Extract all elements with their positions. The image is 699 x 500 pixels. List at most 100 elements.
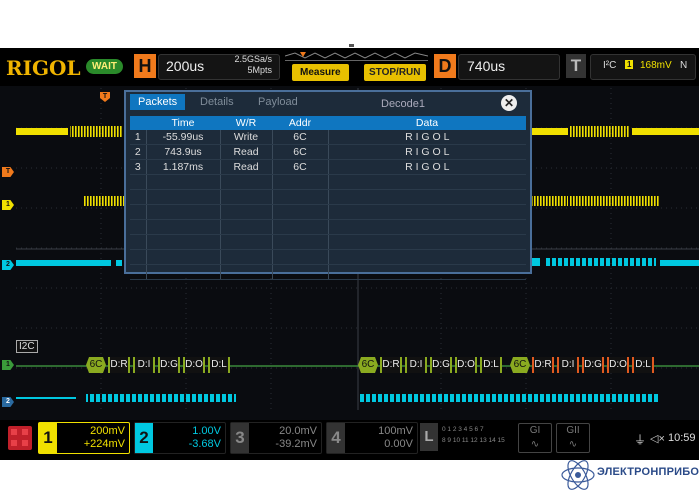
empty-cell bbox=[328, 249, 526, 265]
sine-icon: ∿ bbox=[568, 439, 578, 450]
col-addr: Addr bbox=[272, 116, 328, 130]
table-cell: 6C bbox=[272, 144, 329, 160]
empty-cell bbox=[272, 189, 329, 205]
trigger-channel: 1 bbox=[625, 60, 634, 69]
table-cell: 3 bbox=[130, 159, 147, 175]
empty-cell bbox=[328, 234, 526, 250]
table-cell: R I G O L bbox=[328, 159, 526, 175]
empty-cell bbox=[146, 174, 221, 190]
table-cell: 6C bbox=[272, 159, 329, 175]
table-cell: Read bbox=[220, 144, 273, 160]
watermark-text: ЭЛЕКТРОНПРИБОР bbox=[597, 466, 699, 478]
empty-cell bbox=[130, 249, 147, 265]
tab-details[interactable]: Details bbox=[200, 96, 234, 108]
table-row[interactable]: 1 -55.99us Write 6C R I G O L bbox=[130, 130, 526, 145]
trigger-level: 168mV bbox=[640, 60, 672, 71]
bus-address-frame: 6C bbox=[510, 357, 530, 373]
empty-table-row bbox=[130, 264, 526, 280]
i2c-bus-label: I2C bbox=[16, 340, 38, 353]
empty-cell bbox=[220, 234, 273, 250]
sda-burst-1 bbox=[86, 394, 236, 402]
ch1-trace-right bbox=[528, 128, 568, 135]
ch1-lower-burst-2 bbox=[528, 196, 568, 206]
empty-cell bbox=[130, 219, 147, 235]
delay-key[interactable]: D bbox=[434, 54, 456, 78]
table-cell: 2 bbox=[130, 144, 147, 160]
channel-1-panel[interactable]: 1 200mV +224mV bbox=[38, 422, 130, 454]
speaker-icon[interactable]: ◁× bbox=[650, 432, 665, 445]
generator-2-button[interactable]: GII ∿ bbox=[556, 423, 590, 453]
ch1-burst-2 bbox=[570, 126, 630, 137]
tab-packets[interactable]: Packets bbox=[130, 94, 186, 110]
horizontal-key[interactable]: H bbox=[134, 54, 156, 78]
trigger-type: I²C bbox=[603, 60, 617, 71]
generator-2-label: GII bbox=[566, 425, 580, 436]
ch1-lower-burst-1 bbox=[84, 196, 124, 206]
bus-data-byte: D:R bbox=[108, 357, 130, 373]
bus-data-byte: D:G bbox=[430, 357, 452, 373]
col-index bbox=[130, 116, 146, 130]
memory-depth: 5Mpts bbox=[247, 65, 272, 75]
empty-cell bbox=[328, 264, 526, 280]
table-cell: 743.9us bbox=[146, 144, 221, 160]
channel-2-offset: -3.68V bbox=[188, 438, 221, 450]
channel-3-panel[interactable]: 3 20.0mV -39.2mV bbox=[230, 422, 322, 454]
sda-burst-2 bbox=[358, 394, 658, 402]
bus-data-byte: D:L bbox=[632, 357, 654, 373]
sample-rate: 2.5GSa/s bbox=[234, 54, 272, 64]
bus-data-byte: D:O bbox=[607, 357, 629, 373]
empty-table-row bbox=[130, 249, 526, 265]
stop-run-button[interactable]: STOP/RUN bbox=[364, 64, 426, 81]
generator-1-label: GI bbox=[529, 425, 541, 436]
main-menu-button[interactable] bbox=[8, 426, 32, 450]
channel-2-scale: 1.00V bbox=[192, 425, 221, 437]
empty-cell bbox=[220, 174, 273, 190]
bus-data-byte: D:L bbox=[480, 357, 502, 373]
empty-cell bbox=[220, 264, 273, 280]
trigger-mode: N bbox=[680, 60, 688, 71]
channel-4-panel[interactable]: 4 100mV 0.00V bbox=[326, 422, 418, 454]
channel-1-scale: 200mV bbox=[90, 425, 125, 437]
timebase-value: 200us bbox=[166, 58, 205, 74]
channel-2-panel[interactable]: 2 1.00V -3.68V bbox=[134, 422, 226, 454]
logic-key[interactable]: L bbox=[420, 423, 438, 451]
generator-1-button[interactable]: GI ∿ bbox=[518, 423, 552, 453]
ch1-burst-1 bbox=[70, 126, 122, 137]
logic-channel-indicators[interactable]: 0 1 2 3 4 5 6 7 8 9 10 11 12 13 14 15 bbox=[442, 424, 512, 446]
empty-cell bbox=[220, 204, 273, 220]
table-row[interactable]: 2 743.9us Read 6C R I G O L bbox=[130, 144, 526, 160]
tab-payload[interactable]: Payload bbox=[258, 96, 298, 108]
trigger-key[interactable]: T bbox=[566, 54, 586, 78]
ch2-burst bbox=[546, 258, 656, 266]
empty-cell bbox=[146, 264, 221, 280]
empty-cell bbox=[272, 264, 329, 280]
empty-cell bbox=[146, 219, 221, 235]
channel-3-offset: -39.2mV bbox=[275, 438, 317, 450]
empty-table-row bbox=[130, 219, 526, 235]
empty-cell bbox=[146, 234, 221, 250]
bus-address-frame: 6C bbox=[86, 357, 106, 373]
rigol-logo: RIGOL bbox=[6, 56, 81, 80]
clock: 10:59 bbox=[668, 432, 696, 444]
bus-data-byte: D:L bbox=[208, 357, 230, 373]
channel-3-scale: 20.0mV bbox=[279, 425, 317, 437]
empty-cell bbox=[220, 219, 273, 235]
col-wr: W/R bbox=[220, 116, 272, 130]
empty-cell bbox=[272, 174, 329, 190]
close-icon[interactable]: ✕ bbox=[501, 95, 517, 111]
table-cell: -55.99us bbox=[146, 130, 221, 145]
empty-table-row bbox=[130, 189, 526, 205]
delay-value: 740us bbox=[467, 58, 506, 74]
dialog-title: Decode1 bbox=[381, 98, 426, 110]
table-cell: R I G O L bbox=[328, 130, 526, 145]
empty-cell bbox=[328, 204, 526, 220]
empty-cell bbox=[130, 174, 147, 190]
empty-cell bbox=[220, 189, 273, 205]
measure-button[interactable]: Measure bbox=[292, 64, 349, 81]
channel-3-number: 3 bbox=[231, 423, 249, 453]
empty-table-row bbox=[130, 174, 526, 190]
table-row[interactable]: 3 1.187ms Read 6C R I G O L bbox=[130, 159, 526, 175]
top-status-bar: RIGOL WAIT H 200us 2.5GSa/s 5Mpts Measur… bbox=[0, 48, 699, 86]
channel-2-number: 2 bbox=[135, 423, 153, 453]
decode-packets-dialog: Packets Details Payload Decode1 ✕ Time W… bbox=[124, 90, 532, 280]
